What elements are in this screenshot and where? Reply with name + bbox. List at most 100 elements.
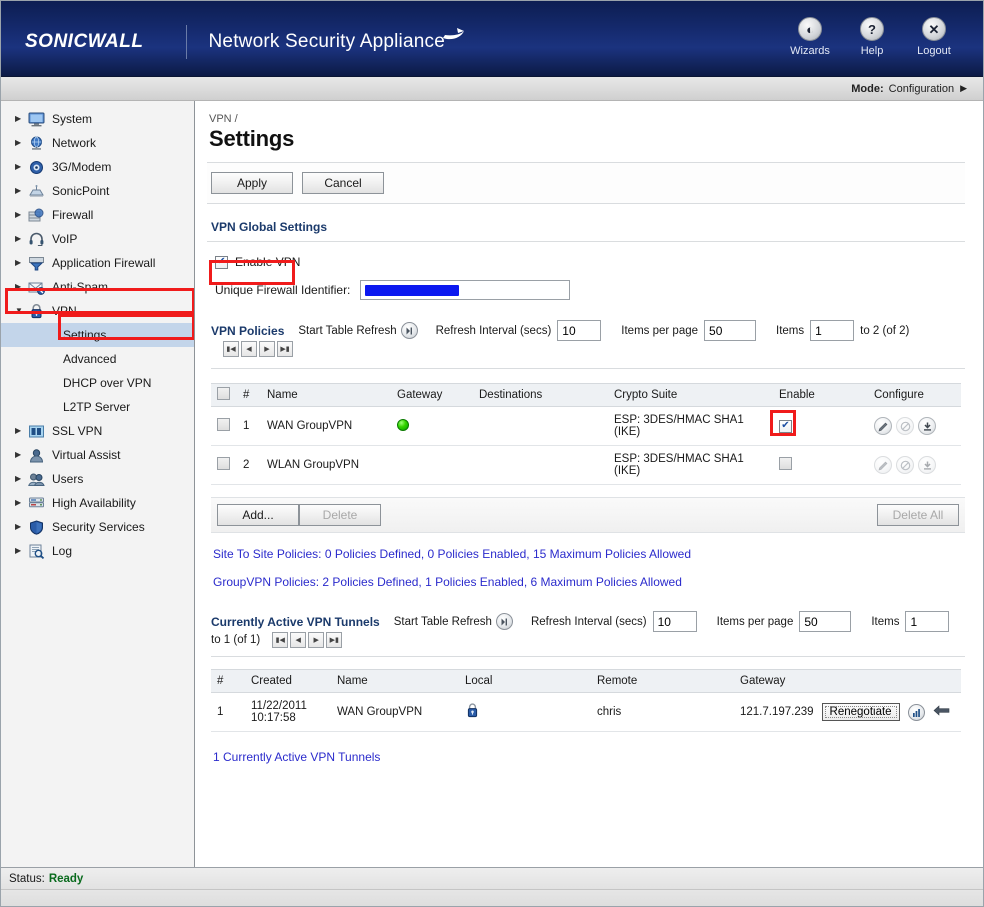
modem-icon	[27, 159, 45, 175]
start-table-refresh-button[interactable]	[400, 322, 418, 339]
disable-icon[interactable]	[896, 417, 914, 435]
row-remote: chris	[591, 692, 734, 732]
items-per-page-input[interactable]	[704, 320, 757, 341]
next-page-button[interactable]: ▶	[308, 632, 325, 648]
statistics-icon[interactable]	[907, 703, 925, 721]
sidebar-item-high-availability[interactable]: ▶ High Availability	[1, 491, 194, 515]
sidebar-item-firewall[interactable]: ▶ Firewall	[1, 203, 194, 227]
product-title: Network Security Appliance	[208, 31, 445, 52]
chevron-right-icon: ▶	[15, 258, 22, 267]
sidebar-item-anti-spam[interactable]: ▶ Anti-Spam	[1, 275, 194, 299]
sidebar-item-l2tp-server[interactable]: L2TP Server	[1, 395, 194, 419]
form-action-bar: Apply Cancel	[207, 162, 965, 204]
sidebar-item-users[interactable]: ▶ Users	[1, 467, 194, 491]
items-range-text: to 2 (of 2)	[860, 324, 910, 337]
sidebar-item-security-services[interactable]: ▶ Security Services	[1, 515, 194, 539]
chevron-right-icon: ▶	[15, 138, 22, 147]
prev-page-button[interactable]: ◀	[290, 632, 307, 648]
sidebar-item-label: SSL VPN	[52, 424, 103, 438]
sidebar-item-log[interactable]: ▶ Log	[1, 539, 194, 563]
wizards-button[interactable]: ◐ Wizards	[779, 15, 841, 59]
last-page-button[interactable]: ▶▮	[326, 632, 343, 648]
wizard-icon: ◐	[798, 17, 822, 41]
row-num: 1	[211, 692, 245, 732]
delete-all-policies-button[interactable]: Delete All	[877, 504, 959, 526]
sidebar-item-3g-modem[interactable]: ▶ 3G/Modem	[1, 155, 194, 179]
select-all-checkbox[interactable]	[217, 387, 230, 400]
items-from-input[interactable]	[810, 320, 855, 341]
sidebar-item-network[interactable]: ▶ Network	[1, 131, 194, 155]
prev-page-button[interactable]: ◀	[241, 341, 257, 357]
row-enable-checkbox[interactable]	[779, 457, 792, 470]
row-checkbox[interactable]	[217, 457, 230, 470]
row-enable-checkbox[interactable]	[779, 419, 792, 433]
table-header-row: # Created Name Local Remote Gateway	[211, 669, 961, 693]
unique-firewall-identifier-input[interactable]	[360, 280, 571, 300]
row-name: WAN GroupVPN	[331, 692, 459, 732]
first-page-button[interactable]: ▮◀	[272, 632, 289, 648]
last-page-button[interactable]: ▶▮	[277, 341, 293, 357]
sidebar-item-label: SonicPoint	[52, 184, 110, 198]
download-icon[interactable]	[918, 456, 936, 474]
download-icon[interactable]	[918, 417, 936, 435]
sidebar-item-sonicpoint[interactable]: ▶ SonicPoint	[1, 179, 194, 203]
chevron-right-icon[interactable]: ▶	[960, 83, 967, 94]
edit-icon[interactable]	[874, 417, 892, 435]
app-banner: SONICWALL Network Security Appliance ◐ W…	[1, 1, 983, 77]
access-point-icon	[27, 183, 45, 199]
firewall-icon	[27, 207, 45, 223]
cancel-button[interactable]: Cancel	[302, 172, 384, 194]
chevron-right-icon: ▶	[15, 210, 22, 219]
sidebar-item-label: Firewall	[52, 208, 94, 222]
policies-action-bar: Add... Delete Delete All	[211, 497, 965, 533]
sidebar-item-dhcp-over-vpn[interactable]: DHCP over VPN	[1, 371, 194, 395]
edit-icon[interactable]	[874, 456, 892, 474]
sidebar-item-label: Virtual Assist	[52, 448, 121, 462]
active-tunnels-count-link[interactable]: 1 Currently Active VPN Tunnels	[213, 750, 965, 764]
tunnels-refresh-interval-input[interactable]	[652, 611, 697, 632]
row-checkbox[interactable]	[217, 418, 230, 431]
sidebar-item-ssl-vpn[interactable]: ▶ SSL VPN	[1, 419, 194, 443]
enable-vpn-checkbox[interactable]	[215, 255, 228, 269]
disable-icon[interactable]	[896, 456, 914, 474]
toolbar-divider	[211, 368, 965, 369]
delete-policy-button[interactable]: Delete	[299, 504, 381, 526]
site-to-site-summary[interactable]: Site To Site Policies: 0 Policies Define…	[213, 547, 965, 561]
gateway-address: 121.7.197.239	[740, 706, 814, 718]
sidebar-item-application-firewall[interactable]: ▶ Application Firewall	[1, 251, 194, 275]
sidebar-item-label: VPN	[52, 304, 77, 318]
sidebar-item-voip[interactable]: ▶ VoIP	[1, 227, 194, 251]
sidebar-item-virtual-assist[interactable]: ▶ Virtual Assist	[1, 443, 194, 467]
apply-button[interactable]: Apply	[211, 172, 293, 194]
row-num: 1	[237, 406, 261, 446]
logout-button[interactable]: ✕ Logout	[903, 15, 965, 59]
sidebar-item-label: VoIP	[52, 232, 78, 246]
next-page-button[interactable]: ▶	[259, 341, 275, 357]
refresh-interval-input[interactable]	[557, 320, 602, 341]
chevron-right-icon: ▶	[15, 162, 22, 171]
first-page-button[interactable]: ▮◀	[223, 341, 239, 357]
col-configure: Configure	[868, 383, 961, 407]
row-destinations	[473, 445, 608, 485]
sidebar-item-system[interactable]: ▶ System	[1, 107, 194, 131]
tunnels-toolbar-divider	[211, 656, 965, 657]
sidebar-item-advanced[interactable]: Advanced	[1, 347, 194, 371]
tunnels-items-per-page-input[interactable]	[799, 611, 852, 632]
subnav-label: Advanced	[63, 352, 117, 366]
tunnels-start-refresh-label: Start Table Refresh	[393, 615, 492, 628]
row-local	[459, 692, 591, 732]
add-policy-button[interactable]: Add...	[217, 504, 299, 526]
help-button[interactable]: ? Help	[841, 15, 903, 59]
banner-actions: ◐ Wizards ? Help ✕ Logout	[779, 15, 965, 59]
sidebar-item-vpn[interactable]: ▼ VPN	[1, 299, 194, 323]
groupvpn-summary[interactable]: GroupVPN Policies: 2 Policies Defined, 1…	[213, 575, 965, 589]
tunnels-start-refresh-button[interactable]	[495, 613, 513, 630]
tunnels-items-from-input[interactable]	[905, 611, 950, 632]
sidebar-item-settings[interactable]: Settings	[1, 323, 194, 347]
back-arrow-icon[interactable]	[933, 705, 950, 719]
active-tunnels-table: # Created Name Local Remote Gateway 1 11…	[211, 669, 961, 732]
row-crypto-suite: ESP: 3DES/HMAC SHA1 (IKE)	[608, 445, 773, 485]
chevron-right-icon: ▶	[15, 114, 22, 123]
renegotiate-button[interactable]: Renegotiate	[821, 703, 900, 721]
mode-value[interactable]: Configuration	[889, 83, 954, 95]
